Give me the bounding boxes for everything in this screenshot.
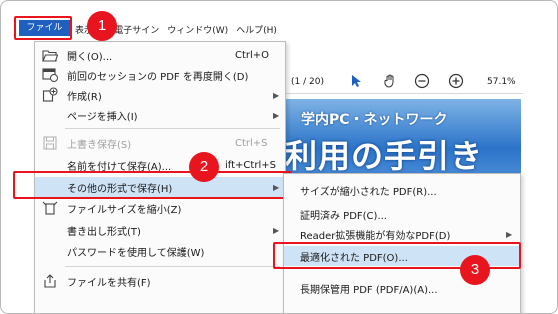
menu-item-insert-pages[interactable]: ページを挿入(I) ▶ <box>35 105 285 125</box>
folder-icon <box>41 47 59 63</box>
submenu-arrow-icon: ▶ <box>273 110 280 120</box>
menu-item-export[interactable]: 書き出し形式(T) ▶ <box>35 220 285 240</box>
menu-separator <box>65 266 280 267</box>
page-count: (1 / 20) <box>291 77 324 87</box>
banner-subtitle: 学内PC・ネットワーク <box>301 112 448 128</box>
highlight-box-save-other <box>13 171 292 199</box>
step-badge-3: 3 <box>460 255 490 285</box>
reduce-size-icon <box>41 200 59 216</box>
hand-icon[interactable] <box>381 72 399 90</box>
session-icon <box>41 67 59 83</box>
menu-item-reopen-session[interactable]: 前回のセッションの PDF を再度開く(D) <box>35 65 285 85</box>
menu-item-reduce-size[interactable]: ファイルサイズを縮小(Z) <box>35 198 285 218</box>
select-arrow-icon[interactable] <box>347 72 365 90</box>
zoom-level[interactable]: 57.1% <box>487 77 516 87</box>
submenu-arrow-icon: ▶ <box>273 225 280 235</box>
menu-help[interactable]: ヘルプ(H) <box>236 23 277 36</box>
menu-item-protect-password[interactable]: パスワードを使用して保護(W) <box>35 241 285 261</box>
submenu-item-reader-extended-pdf[interactable]: Reader拡張機能が有効なPDF(D) ▶ <box>284 224 520 244</box>
highlight-box-file <box>14 16 72 40</box>
step-badge-2: 2 <box>189 152 219 182</box>
step-badge-1: 1 <box>87 11 117 41</box>
banner-title: 利用の手引き <box>285 138 484 174</box>
menu-item-open[interactable]: 開く(O)... Ctrl+O <box>35 45 285 65</box>
menu-esign[interactable]: 電子サイン <box>114 23 159 36</box>
menu-item-save: 上書き保存(S) Ctrl+S <box>35 133 285 153</box>
menu-separator <box>65 128 280 129</box>
menu-item-share[interactable]: ファイルを共有(F) <box>35 271 285 291</box>
zoom-in-icon[interactable] <box>447 72 465 90</box>
save-icon <box>41 135 59 151</box>
create-icon <box>41 87 59 103</box>
submenu-arrow-icon: ▶ <box>506 229 513 239</box>
submenu-item-reduced-pdf[interactable]: サイズが縮小された PDF(R)... <box>284 180 520 200</box>
zoom-out-icon[interactable] <box>413 72 431 90</box>
menu-window[interactable]: ウィンドウ(W) <box>167 23 228 36</box>
submenu-arrow-icon: ▶ <box>273 90 280 100</box>
share-icon <box>41 273 59 289</box>
screenshot-frame: (1 / 20) 57.1% 学内PC・ネットワーク 利用の手引き 表示(V) … <box>0 0 558 314</box>
menu-item-create[interactable]: 作成(R) ▶ <box>35 85 285 105</box>
submenu-item-certified-pdf[interactable]: 証明済み PDF(C)... <box>284 204 520 224</box>
